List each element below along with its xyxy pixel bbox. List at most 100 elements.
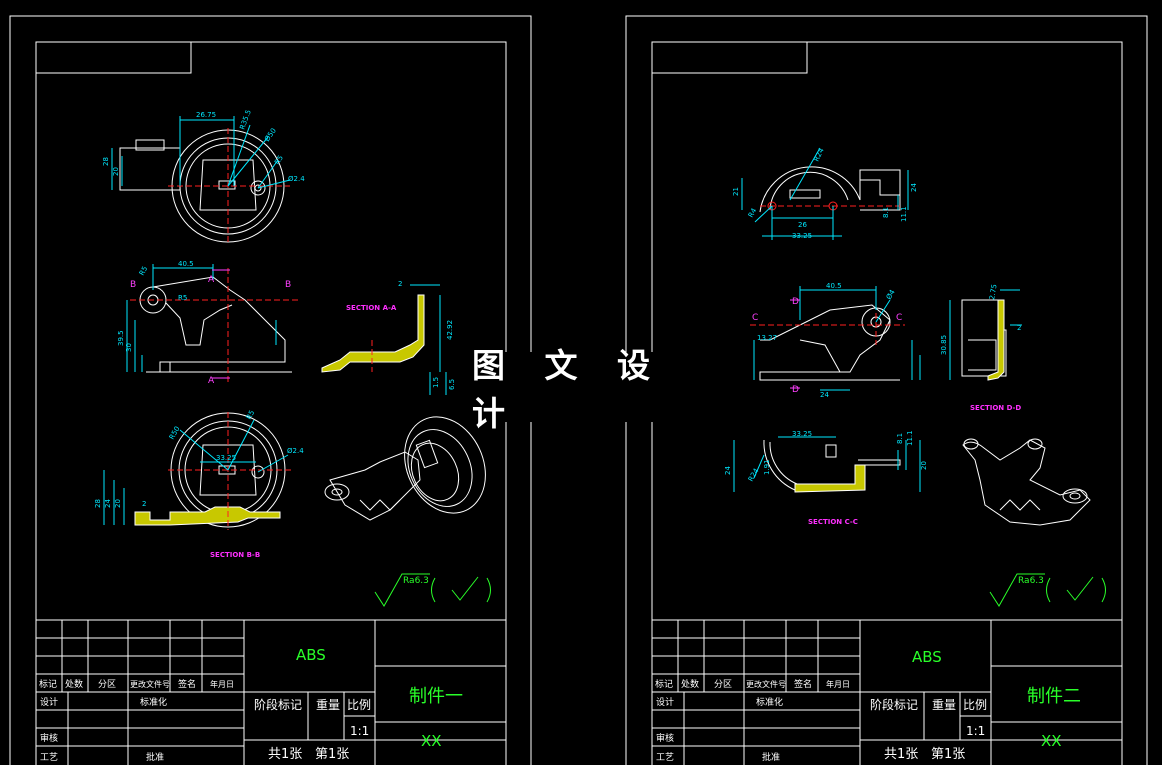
dim-label: 40.5 — [826, 282, 842, 290]
sheet-2-section-dd — [949, 289, 1022, 381]
dim-label: 28 — [94, 499, 102, 508]
tb-header: 重量 — [932, 698, 956, 712]
cut-marker-label: B — [130, 280, 136, 290]
tb-material: ABS — [912, 648, 942, 666]
sheet-1-section-bb — [103, 412, 292, 530]
dim-label: 33.25 — [216, 454, 236, 462]
tb-sheets-total: 共1张 — [268, 747, 302, 762]
dim-label: Ø4 — [885, 288, 897, 301]
tb-code: XX — [1041, 732, 1062, 750]
dim-label: 24 — [820, 391, 829, 399]
section-label: SECTION B-B — [210, 551, 260, 559]
tb-header: 年月日 — [210, 679, 234, 689]
tb-header: 更改文件号 — [746, 679, 786, 689]
sheet-2-roughness-symbol — [989, 573, 1106, 607]
tb-header: 标准化 — [140, 696, 167, 708]
dim-label: 39.5 — [117, 330, 125, 346]
dim-label: 11.1 — [900, 206, 908, 222]
cut-marker-label: A — [208, 275, 215, 285]
tb-header: 重量 — [316, 698, 340, 712]
tb-part-name: 制件二 — [1027, 686, 1081, 707]
dim-label: 2 — [142, 500, 146, 508]
tb-header: 审核 — [656, 732, 674, 744]
cut-marker-label: A — [208, 376, 215, 386]
dim-label: 20 — [114, 499, 122, 508]
tb-material: ABS — [296, 646, 326, 664]
dim-label: 24 — [910, 183, 918, 192]
dim-label: 24 — [724, 466, 732, 475]
sheet-2-inner-frame — [651, 41, 1123, 765]
dim-label: 13.27 — [757, 334, 777, 342]
roughness-value: Ra6.3 — [403, 576, 429, 586]
tb-header: 比例 — [347, 698, 371, 712]
tb-header: 处数 — [681, 678, 699, 690]
roughness-value: Ra6.3 — [1018, 576, 1044, 586]
tb-header: 工艺 — [40, 752, 58, 763]
tb-part-name: 制件一 — [409, 686, 463, 707]
dim-label: R4 — [747, 206, 759, 219]
section-label: SECTION D-D — [970, 404, 1021, 412]
tb-header: 分区 — [98, 679, 116, 690]
cut-marker-label: D — [792, 297, 799, 307]
dim-label: 8.1 — [882, 207, 890, 218]
tb-header: 工艺 — [656, 752, 674, 763]
cut-marker-label: D — [792, 385, 799, 395]
dim-label: R5 — [138, 265, 150, 277]
tb-header: 设计 — [656, 696, 674, 708]
dim-label: 2 — [398, 280, 402, 288]
sheet-1-corner-box — [35, 41, 192, 74]
dim-label: 21 — [732, 187, 740, 196]
tb-header: 签名 — [178, 678, 196, 690]
dim-label: 26 — [798, 221, 807, 229]
dim-label: 28 — [102, 157, 110, 166]
dim-label: Ø2.4 — [288, 175, 305, 183]
tb-sheets-total: 共1张 — [884, 747, 918, 762]
dim-label: R24 — [813, 146, 826, 162]
dim-label: 30 — [125, 343, 133, 352]
tb-header: 设计 — [40, 696, 58, 708]
sheet-1-top-view — [111, 116, 291, 244]
watermark-text: 图 文 设 计 — [472, 346, 664, 433]
dim-label: 6.5 — [448, 379, 456, 390]
tb-header: 更改文件号 — [130, 679, 170, 689]
section-label: SECTION A-A — [346, 304, 397, 312]
watermark-overlay: 图 文 设 计 — [472, 346, 712, 433]
tb-header: 比例 — [963, 698, 987, 712]
tb-scale: 1:1 — [966, 724, 985, 738]
dim-label: R5 — [178, 294, 187, 302]
dim-label: Ø50 — [263, 127, 278, 143]
dim-label: 2.75 — [988, 284, 999, 301]
tb-header: 阶段标记 — [254, 697, 302, 712]
dim-label: 26.75 — [196, 111, 216, 119]
dim-label: R35.5 — [238, 109, 253, 131]
dim-label: 24 — [104, 499, 112, 508]
tb-header: 年月日 — [826, 679, 850, 689]
dim-label: Ø2.4 — [287, 447, 304, 455]
cut-marker-label: C — [752, 313, 758, 323]
tb-header: 分区 — [714, 679, 732, 690]
dim-label: 42.92 — [446, 320, 454, 340]
dim-label: 33.25 — [792, 430, 812, 438]
dim-label: 20 — [112, 167, 120, 176]
tb-header: 标准化 — [756, 696, 783, 708]
tb-header: 处数 — [65, 678, 83, 690]
dim-label: 33.25 — [792, 232, 812, 240]
dim-label: 40.5 — [178, 260, 194, 268]
tb-scale: 1:1 — [350, 724, 369, 738]
tb-header: 批准 — [146, 751, 164, 763]
dim-label: 1.91 — [763, 459, 771, 475]
dim-label: 8.1 — [896, 433, 904, 444]
sheet-2-top-view — [741, 147, 909, 240]
tb-sheet-no: 第1张 — [931, 747, 965, 762]
dim-label: 30.85 — [940, 335, 948, 355]
sheet-2-section-cc — [733, 436, 921, 493]
sheet-2-corner-box — [651, 41, 808, 74]
tb-code: XX — [421, 732, 442, 750]
dim-label: R50 — [168, 425, 182, 441]
tb-header: 批准 — [762, 751, 780, 763]
dim-label: 20 — [920, 461, 928, 470]
tb-sheet-no: 第1张 — [315, 747, 349, 762]
tb-header: 标记 — [39, 678, 57, 690]
sheet-1-section-aa — [321, 284, 447, 395]
tb-header: 签名 — [794, 678, 812, 690]
